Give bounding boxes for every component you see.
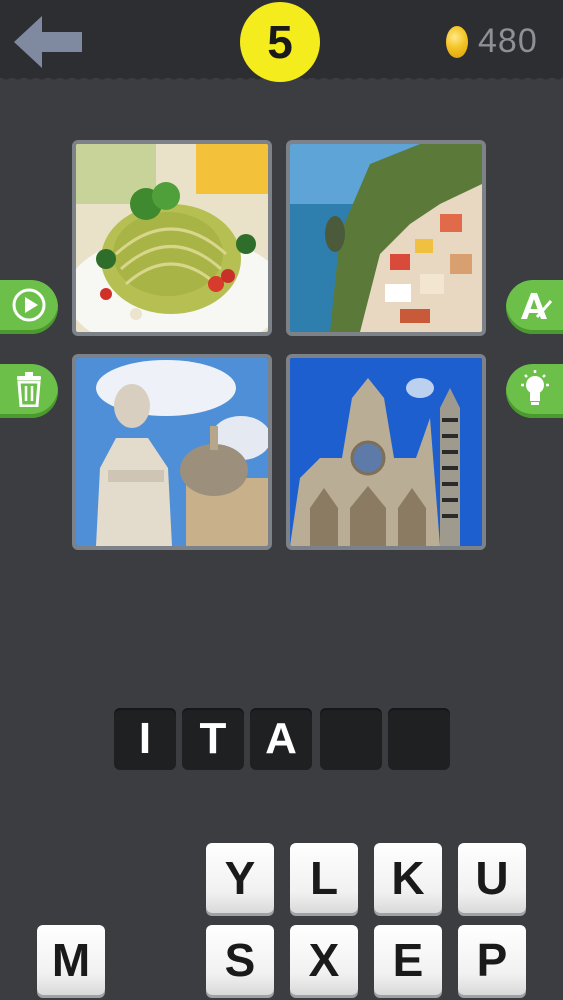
picture-tile-pasta[interactable]: [72, 140, 272, 336]
answer-slot[interactable]: [320, 708, 382, 770]
picture-tile-coast[interactable]: [286, 140, 486, 336]
letter-key[interactable]: X: [290, 925, 358, 995]
letter-key[interactable]: K: [374, 843, 442, 913]
answer-slot[interactable]: I: [114, 708, 176, 770]
coin-icon: [446, 26, 468, 58]
game-screen: 5 480 I T A Y L K U M S X E P: [0, 0, 563, 1000]
hint-button[interactable]: [506, 364, 563, 418]
level-badge: 5: [240, 2, 320, 82]
remove-letters-button[interactable]: [0, 364, 58, 418]
answer-slot[interactable]: A: [250, 708, 312, 770]
reveal-letter-icon: [517, 287, 553, 328]
answer-slot[interactable]: T: [182, 708, 244, 770]
letter-key[interactable]: E: [374, 925, 442, 995]
play-video-button[interactable]: [0, 280, 58, 334]
picture-tile-cathedral[interactable]: [286, 354, 486, 550]
reveal-letter-button[interactable]: [506, 280, 563, 334]
coin-count: 480: [478, 22, 538, 60]
letter-key[interactable]: P: [458, 925, 526, 995]
picture-tile-statue[interactable]: [72, 354, 272, 550]
letter-key[interactable]: M: [37, 925, 105, 995]
statue-picture: [76, 358, 268, 546]
coast-picture: [290, 144, 482, 332]
back-arrow-icon[interactable]: [12, 14, 84, 70]
letter-key[interactable]: L: [290, 843, 358, 913]
answer-slot[interactable]: [388, 708, 450, 770]
play-icon: [11, 287, 47, 328]
pasta-picture: [76, 144, 268, 332]
letter-key[interactable]: U: [458, 843, 526, 913]
letter-key[interactable]: S: [206, 925, 274, 995]
trash-icon: [14, 371, 44, 412]
cathedral-picture: [290, 358, 482, 546]
letter-key[interactable]: Y: [206, 843, 274, 913]
lightbulb-icon: [517, 369, 553, 414]
